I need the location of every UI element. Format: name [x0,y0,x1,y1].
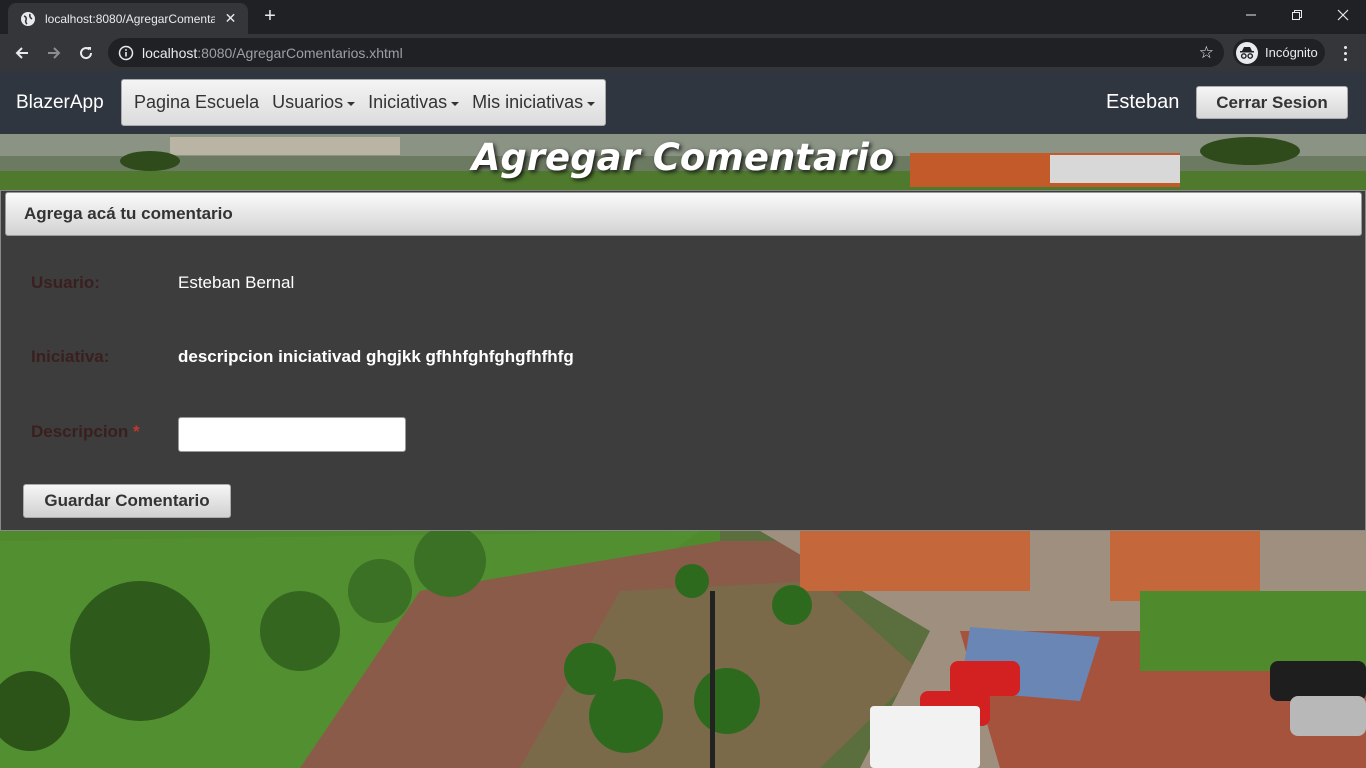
usuario-label: Usuario: [31,273,100,292]
caret-down-icon [347,101,356,106]
current-user-name: Esteban [1106,91,1180,113]
panel-header: Agrega acá tu comentario [5,192,1362,236]
incognito-label: Incógnito [1265,45,1318,60]
browser-toolbar: localhost:8080/AgregarComentarios.xhtml … [0,34,1366,71]
url-path: :8080/AgregarComentarios.xhtml [197,44,403,61]
menu-item-label: Mis iniciativas [472,92,584,112]
tab-title: localhost:8080/AgregarComentar [45,11,215,26]
usuario-value: Esteban Bernal [178,273,295,292]
menu-item-usuarios[interactable]: Usuarios [272,92,356,113]
tab-strip: localhost:8080/AgregarComentar ✕ + [0,0,1366,34]
descripcion-input[interactable] [178,417,406,452]
required-marker: * [133,422,140,441]
incognito-badge[interactable]: Incógnito [1233,39,1325,66]
brand-logo[interactable]: BlazerApp [16,92,104,114]
new-tab-icon[interactable]: + [258,5,282,29]
url-text: localhost:8080/AgregarComentarios.xhtml [142,45,403,61]
descripcion-label: Descripcion * [31,422,140,442]
main-menu: Pagina Escuela Usuarios Iniciativas Mis … [121,79,607,126]
caret-down-icon [451,101,460,106]
menu-item-label: Iniciativas [368,92,448,112]
menu-item-pagina-escuela[interactable]: Pagina Escuela [134,92,259,113]
menu-item-mis-iniciativas[interactable]: Mis iniciativas [472,92,596,113]
descripcion-label-text: Descripcion [31,422,129,441]
menu-item-label: Usuarios [272,92,344,112]
minimize-icon[interactable] [1228,0,1274,30]
iniciativa-label: Iniciativa: [31,347,110,366]
iniciativa-value: descripcion iniciativad ghgjkk gfhhfghfg… [178,347,574,366]
back-arrow-icon[interactable] [9,40,35,66]
comment-form-panel: Agrega acá tu comentario Usuario: Esteba… [0,190,1366,531]
globe-icon [20,11,36,27]
incognito-icon [1236,41,1258,64]
maximize-icon[interactable] [1274,0,1320,30]
forward-arrow-icon[interactable] [41,40,67,66]
browser-tab[interactable]: localhost:8080/AgregarComentar ✕ [8,3,248,34]
kebab-menu-icon[interactable] [1336,40,1354,66]
tab-close-icon[interactable]: ✕ [223,10,238,27]
star-icon[interactable]: ☆ [1199,43,1214,63]
web-page: BlazerApp Pagina Escuela Usuarios Inicia… [0,71,1366,768]
app-navbar: BlazerApp Pagina Escuela Usuarios Inicia… [0,71,1366,134]
menu-item-label: Pagina Escuela [134,92,260,112]
url-host: localhost [142,44,198,61]
reload-icon[interactable] [73,40,99,66]
window-close-icon[interactable] [1320,0,1366,30]
address-bar[interactable]: localhost:8080/AgregarComentarios.xhtml … [108,38,1224,67]
logout-button[interactable]: Cerrar Sesion [1196,86,1348,119]
save-comment-button[interactable]: Guardar Comentario [23,484,231,518]
info-icon[interactable] [118,45,134,61]
caret-down-icon [587,101,596,106]
page-title: Agregar Comentario [471,136,895,179]
menu-item-iniciativas[interactable]: Iniciativas [368,92,460,113]
